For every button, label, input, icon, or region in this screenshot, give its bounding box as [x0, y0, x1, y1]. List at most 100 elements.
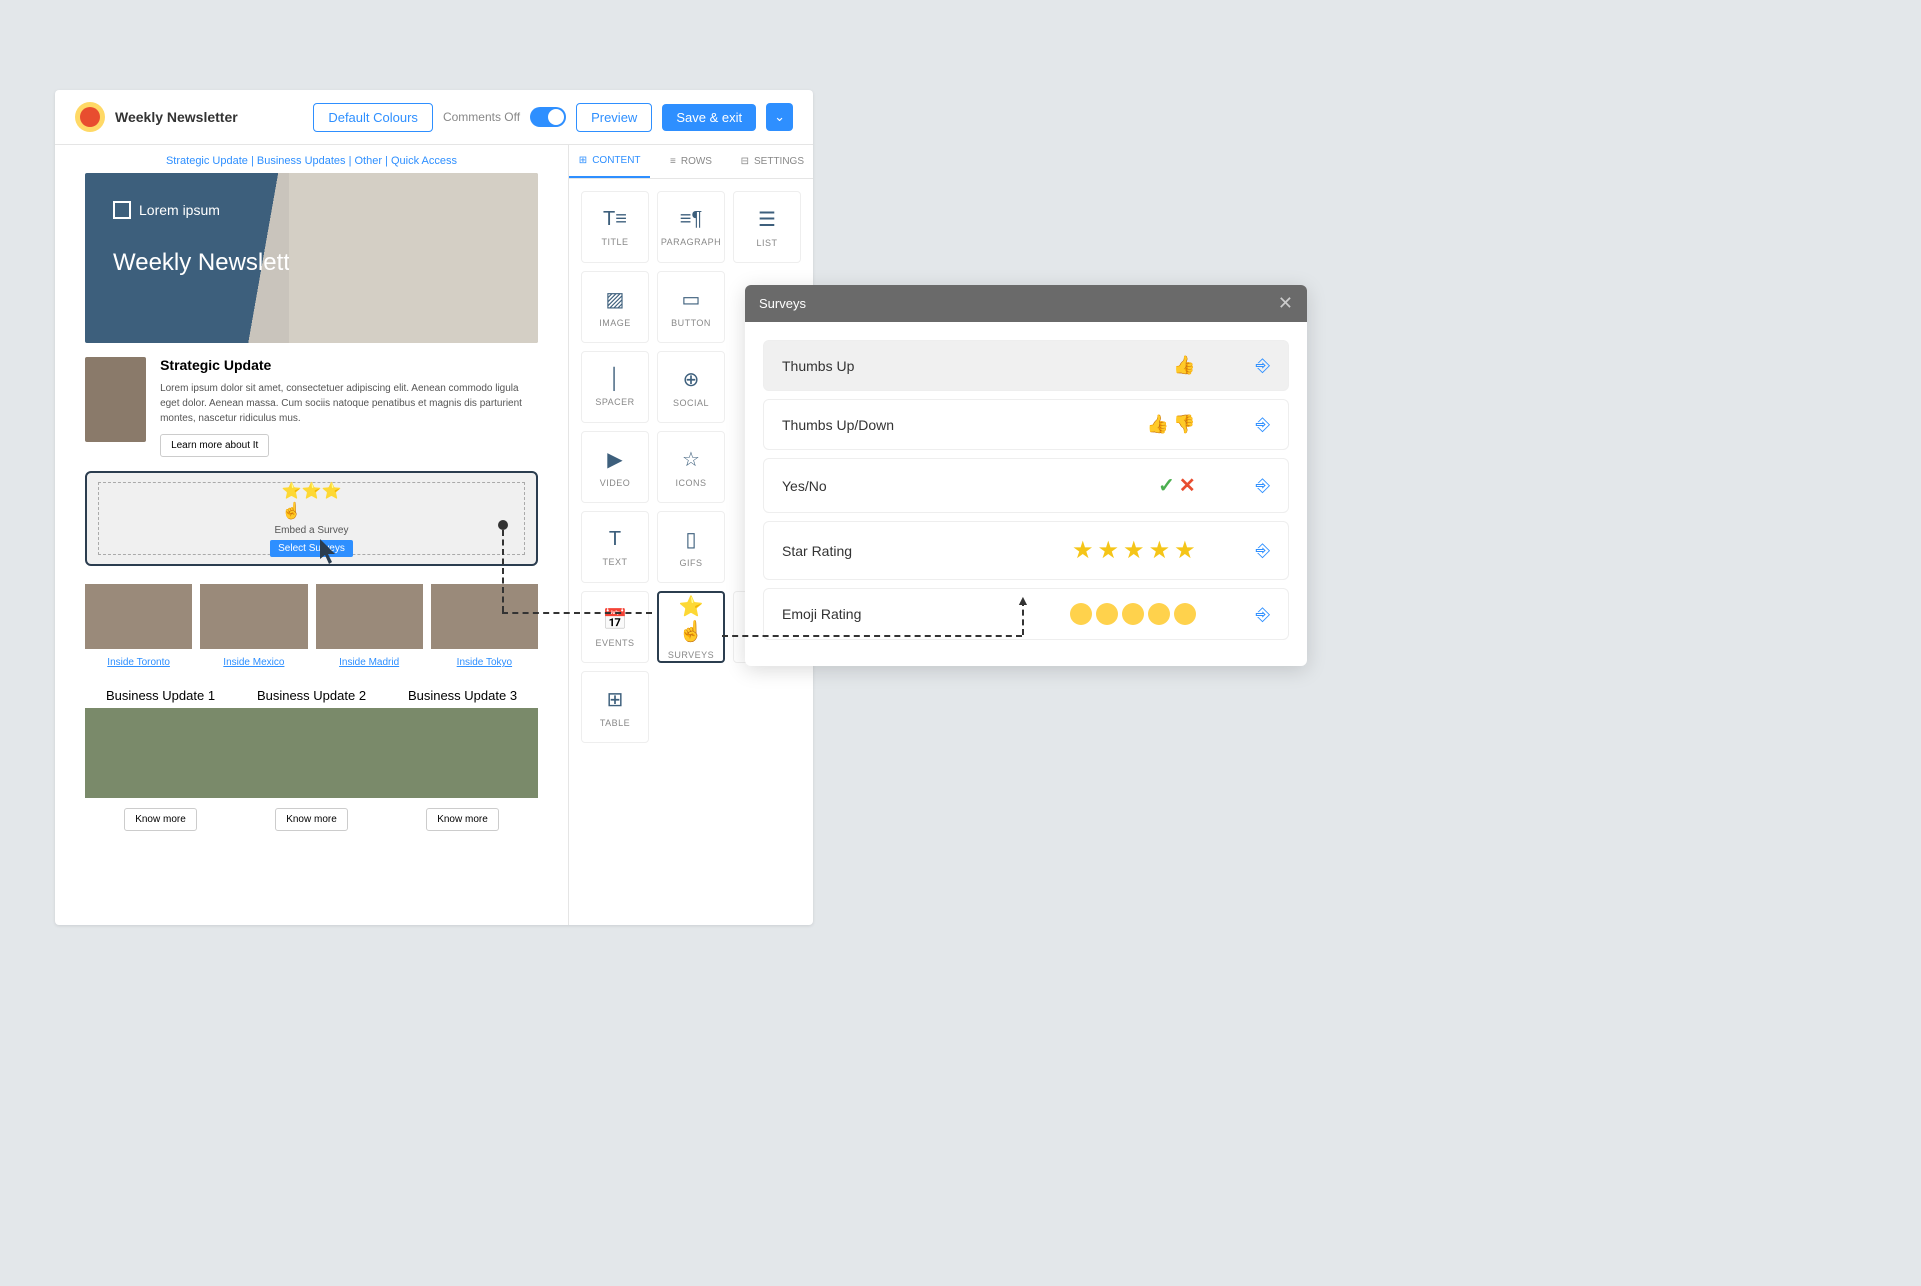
thumb-down-icon: 👎	[1173, 414, 1195, 435]
block-table[interactable]: ⊞TABLE	[581, 671, 649, 743]
inside-mexico-image	[200, 584, 307, 649]
strategic-image	[85, 357, 146, 442]
star-icon: ★	[1149, 536, 1171, 565]
save-exit-button[interactable]: Save & exit	[662, 104, 756, 131]
inside-item-madrid[interactable]: Inside Madrid	[316, 584, 423, 670]
block-list[interactable]: ☰LIST	[733, 191, 801, 263]
survey-option-star[interactable]: Star Rating ★★★★★ ⎆	[763, 521, 1289, 580]
business-item-2[interactable]: Business Update 2	[236, 688, 387, 798]
surveys-popup: Surveys ✕ Thumbs Up 👍 ⎆ Thumbs Up/Down 👍…	[745, 285, 1307, 666]
insert-icon[interactable]: ⎆	[1256, 540, 1270, 561]
connector-dot	[498, 520, 508, 530]
inside-item-tokyo[interactable]: Inside Tokyo	[431, 584, 538, 670]
comments-toggle[interactable]	[530, 107, 566, 127]
inside-mexico-link[interactable]: Inside Mexico	[223, 657, 284, 668]
emoji-icon	[1174, 603, 1196, 625]
inside-tokyo-link[interactable]: Inside Tokyo	[457, 657, 512, 668]
preview-emoji	[1070, 603, 1196, 625]
block-text[interactable]: TTEXT	[581, 511, 649, 583]
inside-item-mexico[interactable]: Inside Mexico	[200, 584, 307, 670]
survey-option-thumbs-up[interactable]: Thumbs Up 👍 ⎆	[763, 340, 1289, 391]
star-icon: ★	[1098, 536, 1120, 565]
image-icon: ▨	[606, 287, 625, 312]
table-icon: ⊞	[607, 687, 624, 712]
canvas-area: Strategic Update | Business Updates | Ot…	[55, 145, 568, 925]
x-icon: ✕	[1179, 473, 1196, 498]
insert-icon[interactable]: ⎆	[1256, 604, 1270, 625]
text-icon: T	[609, 528, 621, 551]
block-button[interactable]: ▭BUTTON	[657, 271, 725, 343]
tab-content[interactable]: ⊞ CONTENT	[569, 145, 650, 178]
inside-tokyo-image	[431, 584, 538, 649]
popup-body: Thumbs Up 👍 ⎆ Thumbs Up/Down 👍👎 ⎆ Yes/No…	[745, 322, 1307, 666]
strategic-body: Lorem ipsum dolor sit amet, consectetuer…	[160, 381, 538, 426]
grid-icon: ⊞	[579, 155, 587, 166]
inside-toronto-link[interactable]: Inside Toronto	[107, 657, 170, 668]
rows-icon: ≡	[670, 156, 676, 167]
app-header: Weekly Newsletter Default Colours Commen…	[55, 90, 813, 145]
settings-icon: ⊟	[741, 156, 749, 167]
business-item-3[interactable]: Business Update 3	[387, 688, 538, 798]
comments-label: Comments Off	[443, 110, 520, 124]
check-icon: ✓	[1158, 473, 1175, 498]
block-social[interactable]: ⊕SOCIAL	[657, 351, 725, 423]
business-title-2: Business Update 2	[236, 688, 387, 703]
arrow-up-icon: ▲	[1016, 592, 1030, 608]
insert-icon[interactable]: ⎆	[1256, 475, 1270, 496]
strategic-update-block[interactable]: Strategic Update Lorem ipsum dolor sit a…	[85, 357, 538, 457]
emoji-icon	[1070, 603, 1092, 625]
save-dropdown-button[interactable]: ⌄	[766, 103, 793, 131]
business-image-3	[387, 708, 538, 798]
tab-rows[interactable]: ≡ ROWS	[650, 145, 731, 178]
close-icon[interactable]: ✕	[1278, 293, 1293, 314]
know-more-row: Know more Know more Know more	[85, 808, 538, 831]
calendar-icon: 📅	[603, 607, 628, 632]
hero-block[interactable]: Lorem ipsum Weekly Newsletter	[85, 173, 538, 343]
survey-option-thumbs-updown[interactable]: Thumbs Up/Down 👍👎 ⎆	[763, 399, 1289, 450]
know-more-2[interactable]: Know more	[275, 808, 348, 831]
star-icon: ☆	[682, 447, 700, 472]
connector-line	[502, 612, 652, 614]
know-more-3[interactable]: Know more	[426, 808, 499, 831]
inside-item-toronto[interactable]: Inside Toronto	[85, 584, 192, 670]
block-video[interactable]: ▶VIDEO	[581, 431, 649, 503]
business-item-1[interactable]: Business Update 1	[85, 688, 236, 798]
survey-option-yesno[interactable]: Yes/No ✓✕ ⎆	[763, 458, 1289, 513]
block-surveys[interactable]: ⭐☝SURVEYS	[657, 591, 725, 663]
star-icon: ★	[1072, 536, 1094, 565]
hero-logo-text: Lorem ipsum	[139, 202, 220, 218]
tab-content-label: CONTENT	[592, 155, 640, 166]
strategic-text: Strategic Update Lorem ipsum dolor sit a…	[160, 357, 538, 457]
button-icon: ▭	[682, 287, 701, 312]
preview-button[interactable]: Preview	[576, 103, 652, 132]
default-colours-button[interactable]: Default Colours	[313, 103, 433, 132]
title-icon: T≡	[603, 208, 627, 231]
insert-icon[interactable]: ⎆	[1256, 414, 1270, 435]
tab-settings[interactable]: ⊟ SETTINGS	[732, 145, 813, 178]
block-gifs[interactable]: ▯GIFS	[657, 511, 725, 583]
brand-logo	[75, 102, 105, 132]
inside-madrid-link[interactable]: Inside Madrid	[339, 657, 399, 668]
insert-icon[interactable]: ⎆	[1256, 355, 1270, 376]
block-events[interactable]: 📅EVENTS	[581, 591, 649, 663]
tab-settings-label: SETTINGS	[754, 156, 804, 167]
inside-madrid-image	[316, 584, 423, 649]
thumb-up-icon: 👍	[1147, 414, 1169, 435]
block-title[interactable]: T≡TITLE	[581, 191, 649, 263]
hero-logo-icon	[113, 201, 131, 219]
header-controls: Default Colours Comments Off Preview Sav…	[313, 103, 793, 132]
survey-placeholder-icon: ⭐⭐⭐☝	[282, 481, 342, 521]
block-icons[interactable]: ☆ICONS	[657, 431, 725, 503]
know-more-1[interactable]: Know more	[124, 808, 197, 831]
survey-dropzone[interactable]: ⭐⭐⭐☝ Embed a Survey Select Surveys	[85, 471, 538, 566]
learn-more-button[interactable]: Learn more about It	[160, 434, 269, 457]
survey-name-thumbs-updown: Thumbs Up/Down	[782, 417, 1147, 433]
paragraph-icon: ≡¶	[680, 208, 702, 231]
block-paragraph[interactable]: ≡¶PARAGRAPH	[657, 191, 725, 263]
emoji-icon	[1096, 603, 1118, 625]
block-spacer[interactable]: │SPACER	[581, 351, 649, 423]
survey-name-thumbs-up: Thumbs Up	[782, 358, 1173, 374]
panel-tabs: ⊞ CONTENT ≡ ROWS ⊟ SETTINGS	[569, 145, 813, 179]
block-image[interactable]: ▨IMAGE	[581, 271, 649, 343]
breadcrumb[interactable]: Strategic Update | Business Updates | Ot…	[85, 155, 538, 167]
